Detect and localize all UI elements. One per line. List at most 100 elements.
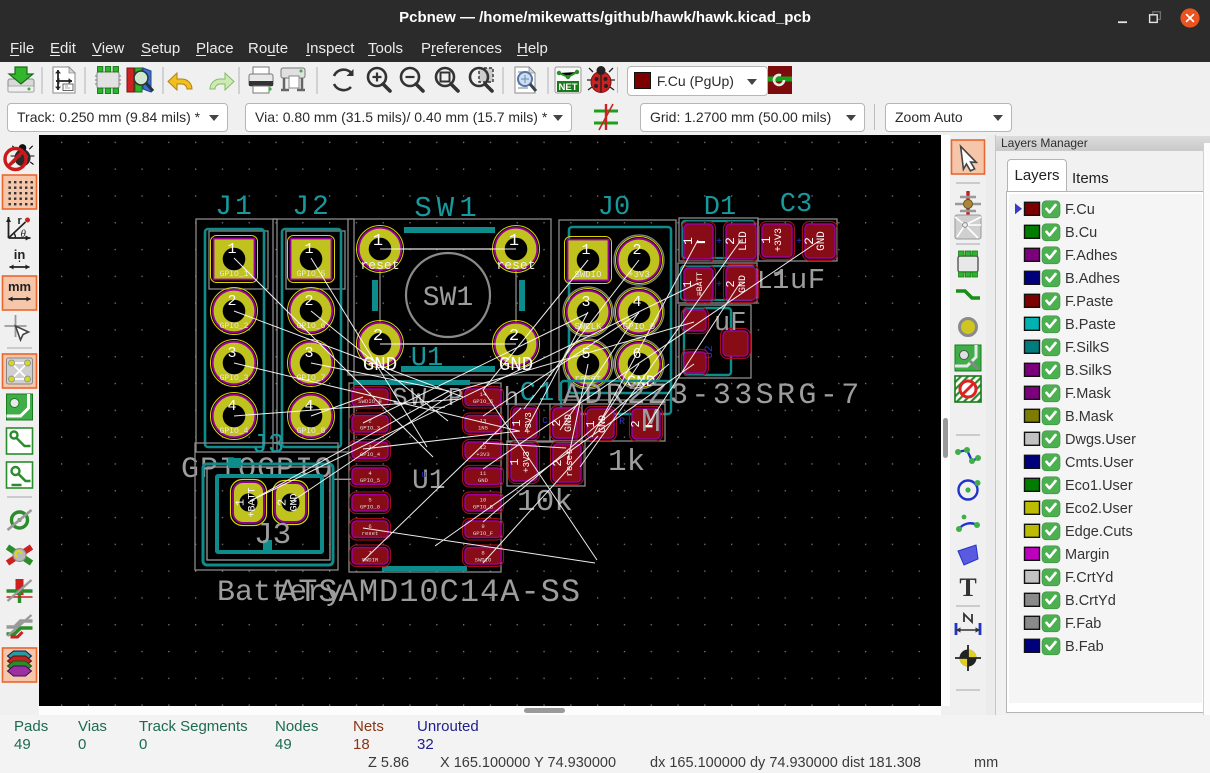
- svg-text:1uF: 1uF: [772, 264, 826, 297]
- svg-text:+3V3: +3V3: [476, 451, 489, 458]
- svg-text:1: 1: [510, 419, 524, 426]
- svg-text:1: 1: [227, 241, 236, 258]
- svg-text:J0: J0: [598, 193, 630, 223]
- svg-text:Eco2.User: Eco2.User: [1065, 501, 1133, 517]
- svg-text:Edge.Cuts: Edge.Cuts: [1065, 524, 1133, 540]
- svg-text:11: 11: [480, 470, 487, 477]
- svg-text:3: 3: [227, 345, 236, 362]
- svg-text:J2: J2: [292, 192, 332, 223]
- svg-text:r: r: [18, 215, 23, 227]
- svg-text:5: 5: [368, 497, 371, 504]
- svg-text:2: 2: [227, 293, 236, 310]
- svg-text:F.CrtYd: F.CrtYd: [1065, 570, 1113, 586]
- svg-text:+3V3: +3V3: [522, 451, 532, 473]
- svg-text:R: R: [619, 417, 625, 428]
- svg-text:4: 4: [304, 398, 313, 415]
- svg-text:+: +: [716, 280, 722, 291]
- svg-text:3: 3: [581, 294, 590, 311]
- svg-text:u: u: [421, 470, 426, 480]
- svg-text:B.Cu: B.Cu: [1065, 225, 1097, 241]
- svg-text:SW1: SW1: [414, 192, 481, 225]
- svg-text:B.Adhes: B.Adhes: [1065, 271, 1120, 287]
- svg-text:B.Paste: B.Paste: [1065, 317, 1116, 333]
- svg-text:B.CrtYd: B.CrtYd: [1065, 593, 1116, 609]
- svg-text:1: 1: [304, 241, 313, 258]
- svg-text:ATSAMD10C14A-SS: ATSAMD10C14A-SS: [278, 574, 581, 611]
- svg-text:T: T: [959, 573, 976, 602]
- svg-text:GPIO_F: GPIO_F: [473, 530, 493, 537]
- svg-text:F.SilkS: F.SilkS: [1065, 340, 1109, 356]
- svg-text:1N5: 1N5: [478, 425, 488, 432]
- svg-text:F.Adhes: F.Adhes: [1065, 248, 1117, 264]
- svg-text:U2: U2: [704, 345, 716, 358]
- svg-text:GPIO_4: GPIO_4: [360, 451, 381, 458]
- svg-text:θ: θ: [21, 228, 27, 240]
- svg-text:reset: reset: [362, 530, 379, 537]
- svg-text:GPIO_3: GPIO_3: [220, 374, 249, 383]
- svg-text:GPIO_5: GPIO_5: [473, 398, 493, 405]
- svg-text:Dwgs.User: Dwgs.User: [1065, 432, 1136, 448]
- svg-text:GPIO_6: GPIO_6: [360, 504, 380, 511]
- svg-text:3: 3: [304, 345, 313, 362]
- svg-text:10: 10: [480, 497, 487, 504]
- svg-text:1k: 1k: [608, 445, 645, 480]
- svg-text:GPIO_4: GPIO_4: [220, 427, 249, 436]
- svg-text:F.Paste: F.Paste: [1065, 294, 1113, 310]
- svg-text:4: 4: [227, 398, 236, 415]
- svg-text:+: +: [716, 237, 722, 248]
- svg-text:1: 1: [509, 232, 519, 251]
- svg-text:SW_Push: SW_Push: [392, 383, 522, 413]
- svg-text:Margin: Margin: [1065, 547, 1109, 563]
- svg-text:reset: reset: [496, 258, 535, 273]
- svg-text:GND: GND: [816, 231, 828, 251]
- svg-text:4: 4: [632, 294, 641, 311]
- svg-text:GPIO_8: GPIO_8: [297, 427, 326, 436]
- svg-text:GPIO_1: GPIO_1: [220, 270, 249, 279]
- svg-text:1: 1: [508, 458, 522, 465]
- svg-text:F.Cu: F.Cu: [1065, 202, 1095, 218]
- svg-text:2: 2: [550, 419, 564, 426]
- svg-text:B.Fab: B.Fab: [1065, 639, 1104, 655]
- svg-text:GND: GND: [499, 354, 533, 376]
- svg-text:GPIO_2: GPIO_2: [220, 322, 249, 331]
- svg-text:9: 9: [481, 523, 484, 530]
- svg-text:2: 2: [723, 237, 738, 245]
- svg-text:B.SilkS: B.SilkS: [1065, 363, 1112, 379]
- svg-text:GPIO_5: GPIO_5: [360, 477, 380, 484]
- svg-text:10k: 10k: [517, 485, 573, 520]
- svg-text:1: 1: [581, 242, 590, 259]
- svg-text:+: +: [796, 237, 802, 248]
- svg-text:▌: ▌: [697, 239, 706, 243]
- svg-text:C3: C3: [780, 190, 812, 220]
- svg-text:SW1: SW1: [423, 283, 473, 314]
- svg-text:2: 2: [632, 242, 641, 259]
- svg-text:2: 2: [509, 327, 519, 346]
- svg-text:SWDIO_B: SWDIO_B: [358, 398, 382, 405]
- svg-text:B.Mask: B.Mask: [1065, 409, 1114, 425]
- svg-text:J3: J3: [254, 518, 291, 553]
- svg-text:8: 8: [481, 550, 484, 557]
- svg-text:NET: NET: [559, 82, 578, 93]
- svg-text:2: 2: [304, 293, 313, 310]
- svg-text:1: 1: [759, 236, 774, 244]
- svg-text:mm: mm: [8, 279, 31, 294]
- svg-text:U1: U1: [411, 344, 443, 374]
- svg-text:1: 1: [681, 280, 695, 287]
- svg-text:Cmts.User: Cmts.User: [1065, 455, 1134, 471]
- svg-text:2: 2: [724, 280, 738, 287]
- svg-text:2: 2: [276, 499, 290, 506]
- svg-text:C: C: [542, 416, 548, 426]
- svg-text:F.Fab: F.Fab: [1065, 616, 1101, 632]
- svg-text:reset: reset: [360, 258, 399, 273]
- svg-text:F.Mask: F.Mask: [1065, 386, 1112, 402]
- svg-text:2: 2: [373, 327, 383, 346]
- svg-text:+3V3: +3V3: [774, 228, 785, 252]
- svg-text:GPIO_6: GPIO_6: [297, 322, 326, 331]
- svg-text:GPIO_0: GPIO_0: [623, 322, 655, 332]
- svg-text:1: 1: [373, 232, 383, 251]
- svg-text:1: 1: [234, 499, 248, 506]
- svg-text:LED: LED: [738, 231, 750, 251]
- svg-text:Eco1.User: Eco1.User: [1065, 478, 1133, 494]
- svg-text:+BATT: +BATT: [248, 487, 259, 517]
- svg-text:1: 1: [681, 237, 696, 245]
